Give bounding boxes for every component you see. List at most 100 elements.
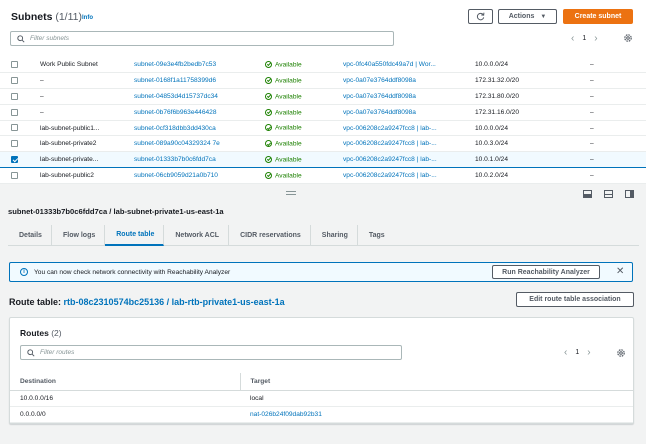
status-available-icon <box>265 171 272 179</box>
subnet-id-link[interactable]: subnet-0cf318dbb3dd430ca <box>134 120 265 137</box>
subnet-name: – <box>40 72 134 90</box>
prev-page-icon[interactable]: ‹ <box>571 33 574 44</box>
subnets-table: Work Public Subnet subnet-09e3e4fb2bedb7c… <box>0 57 646 184</box>
state-label: Available <box>275 93 302 101</box>
row-checkbox[interactable] <box>11 108 18 116</box>
row-checkbox[interactable] <box>11 140 18 148</box>
table-row[interactable]: lab-subnet-private... subnet-01333b7b0c6f… <box>0 151 646 169</box>
refresh-icon <box>476 12 485 21</box>
ipv6-cidr: – <box>590 72 646 90</box>
table-row: 10.0.0.0/16 local <box>10 390 633 407</box>
run-reachability-analyzer-button[interactable]: Run Reachability Analyzer <box>492 265 600 279</box>
subnet-id-link[interactable]: subnet-0168f1a11758399d6 <box>134 72 265 90</box>
row-checkbox[interactable] <box>11 92 18 100</box>
subnet-id-link[interactable]: subnet-09e3e4fb2bedb7c53 <box>134 57 265 74</box>
page-number[interactable]: 1 <box>582 35 586 42</box>
subnet-id-link[interactable]: subnet-089a90c04329324 7e <box>134 135 265 153</box>
routes-search-input[interactable]: Filter routes <box>20 345 402 360</box>
next-page-icon[interactable]: › <box>594 33 597 44</box>
table-row[interactable]: – subnet-0168f1a11758399d6 Available vpc-0a… <box>0 72 646 90</box>
status-available-icon <box>265 92 272 100</box>
subnet-state: Available <box>265 104 343 121</box>
subnet-state: Available <box>265 72 343 90</box>
tab-network-acl[interactable]: Network ACL <box>164 225 230 246</box>
tab-route-table[interactable]: Route table <box>105 225 165 246</box>
vpc-link[interactable]: vpc-0a07e3764ddf8098a <box>343 72 475 90</box>
info-link[interactable]: Info <box>82 15 93 21</box>
settings-gear-icon[interactable] <box>616 348 626 358</box>
state-label: Available <box>275 108 302 116</box>
subnet-id-link[interactable]: subnet-06cb9059d21a0b710 <box>134 167 265 184</box>
status-available-icon <box>265 108 272 116</box>
row-select-cell <box>0 167 40 184</box>
row-select-cell <box>0 151 40 169</box>
route-table-link[interactable]: rtb-08c2310574bc25136 / lab-rtb-private1… <box>64 297 285 307</box>
status-available-icon <box>265 156 272 164</box>
tab-details[interactable]: Details <box>8 225 52 246</box>
ipv4-cidr: 10.0.0.0/24 <box>475 57 590 74</box>
info-icon: i <box>20 268 28 276</box>
table-row[interactable]: lab-subnet-private2 subnet-089a90c0432932… <box>0 135 646 153</box>
refresh-button[interactable] <box>468 9 493 24</box>
routes-search-placeholder: Filter routes <box>40 349 75 356</box>
prev-page-icon[interactable]: ‹ <box>564 347 567 358</box>
row-checkbox[interactable] <box>11 124 18 132</box>
vpc-link[interactable]: vpc-006208c2a9247fcc8 | lab-... <box>343 120 475 137</box>
settings-gear-icon[interactable] <box>623 33 633 43</box>
subnet-id-link[interactable]: subnet-04853d4d15737dc34 <box>134 88 265 105</box>
subnet-search-input[interactable]: Filter subnets <box>10 31 394 46</box>
routes-pagination: ‹ 1 › <box>556 345 599 360</box>
ipv4-cidr: 172.31.80.0/20 <box>475 88 590 105</box>
table-row[interactable]: – subnet-0b76f6b963e446428 Available vpc-0a… <box>0 104 646 121</box>
tab-cidr-reservations[interactable]: CIDR reservations <box>229 225 311 246</box>
panel-splitter[interactable] <box>0 185 646 202</box>
column-header-destination[interactable]: Destination <box>10 373 240 391</box>
tab-tags[interactable]: Tags <box>358 225 394 246</box>
routes-page-number[interactable]: 1 <box>575 349 579 356</box>
pagination: ‹ 1 › <box>563 31 606 46</box>
table-row[interactable]: lab-subnet-public2 subnet-06cb9059d21a0b7… <box>0 167 646 184</box>
layout-bottom-panel-icon[interactable] <box>583 190 592 198</box>
column-header-target[interactable]: Target <box>239 373 633 391</box>
subnet-id-link[interactable]: subnet-01333b7b0c6fdd7ca <box>134 151 265 169</box>
close-icon[interactable]: ✕ <box>616 266 624 277</box>
vpc-link[interactable]: vpc-006208c2a9247fcc8 | lab-... <box>343 151 475 169</box>
subnet-state: Available <box>265 135 343 153</box>
layout-side-panel-icon[interactable] <box>625 190 634 198</box>
vpc-link[interactable]: vpc-006208c2a9247fcc8 | lab-... <box>343 135 475 153</box>
actions-dropdown[interactable]: Actions ▼ <box>498 9 557 24</box>
subnet-name: lab-subnet-private... <box>40 151 134 169</box>
table-row[interactable]: Work Public Subnet subnet-09e3e4fb2bedb7c… <box>0 57 646 74</box>
next-page-icon[interactable]: › <box>587 347 590 358</box>
table-row[interactable]: lab-subnet-public1... subnet-0cf318dbb3dd… <box>0 120 646 137</box>
row-checkbox[interactable] <box>11 61 18 69</box>
vpc-link[interactable]: vpc-0a07e3764ddf8098a <box>343 104 475 121</box>
row-checkbox[interactable] <box>11 171 18 179</box>
tab-flow-logs[interactable]: Flow logs <box>52 225 106 246</box>
vpc-link[interactable]: vpc-006208c2a9247fcc8 | lab-... <box>343 167 475 184</box>
edit-route-table-association-button[interactable]: Edit route table association <box>516 292 634 307</box>
routes-title: Routes (2) <box>20 328 62 338</box>
table-row[interactable]: – subnet-04853d4d15737dc34 Available vpc-0a… <box>0 88 646 105</box>
drag-handle-icon[interactable] <box>286 191 296 195</box>
subnet-id-link[interactable]: subnet-0b76f6b963e446428 <box>134 104 265 121</box>
subnet-name: lab-subnet-public2 <box>40 167 134 184</box>
ipv4-cidr: 172.31.32.0/20 <box>475 72 590 90</box>
vpc-link[interactable]: vpc-0fc40a550fdc49a7d | Wor... <box>343 57 475 74</box>
routes-count: (2) <box>51 328 62 338</box>
route-target-link[interactable]: nat-026b24f09dab92b31 <box>240 406 633 423</box>
status-available-icon <box>265 140 272 148</box>
layout-split-icon[interactable] <box>604 190 613 198</box>
row-checkbox[interactable] <box>11 77 18 85</box>
tab-sharing[interactable]: Sharing <box>311 225 358 246</box>
row-checkbox[interactable] <box>11 156 18 164</box>
subnet-name: – <box>40 104 134 121</box>
ipv4-cidr: 172.31.16.0/20 <box>475 104 590 121</box>
route-destination: 10.0.0.0/16 <box>10 390 240 407</box>
create-subnet-button[interactable]: Create subnet <box>563 9 633 24</box>
state-label: Available <box>275 124 302 132</box>
route-table-label: Route table: <box>9 297 62 307</box>
vpc-link[interactable]: vpc-0a07e3764ddf8098a <box>343 88 475 105</box>
subnet-state: Available <box>265 151 343 169</box>
row-select-cell <box>0 57 40 74</box>
